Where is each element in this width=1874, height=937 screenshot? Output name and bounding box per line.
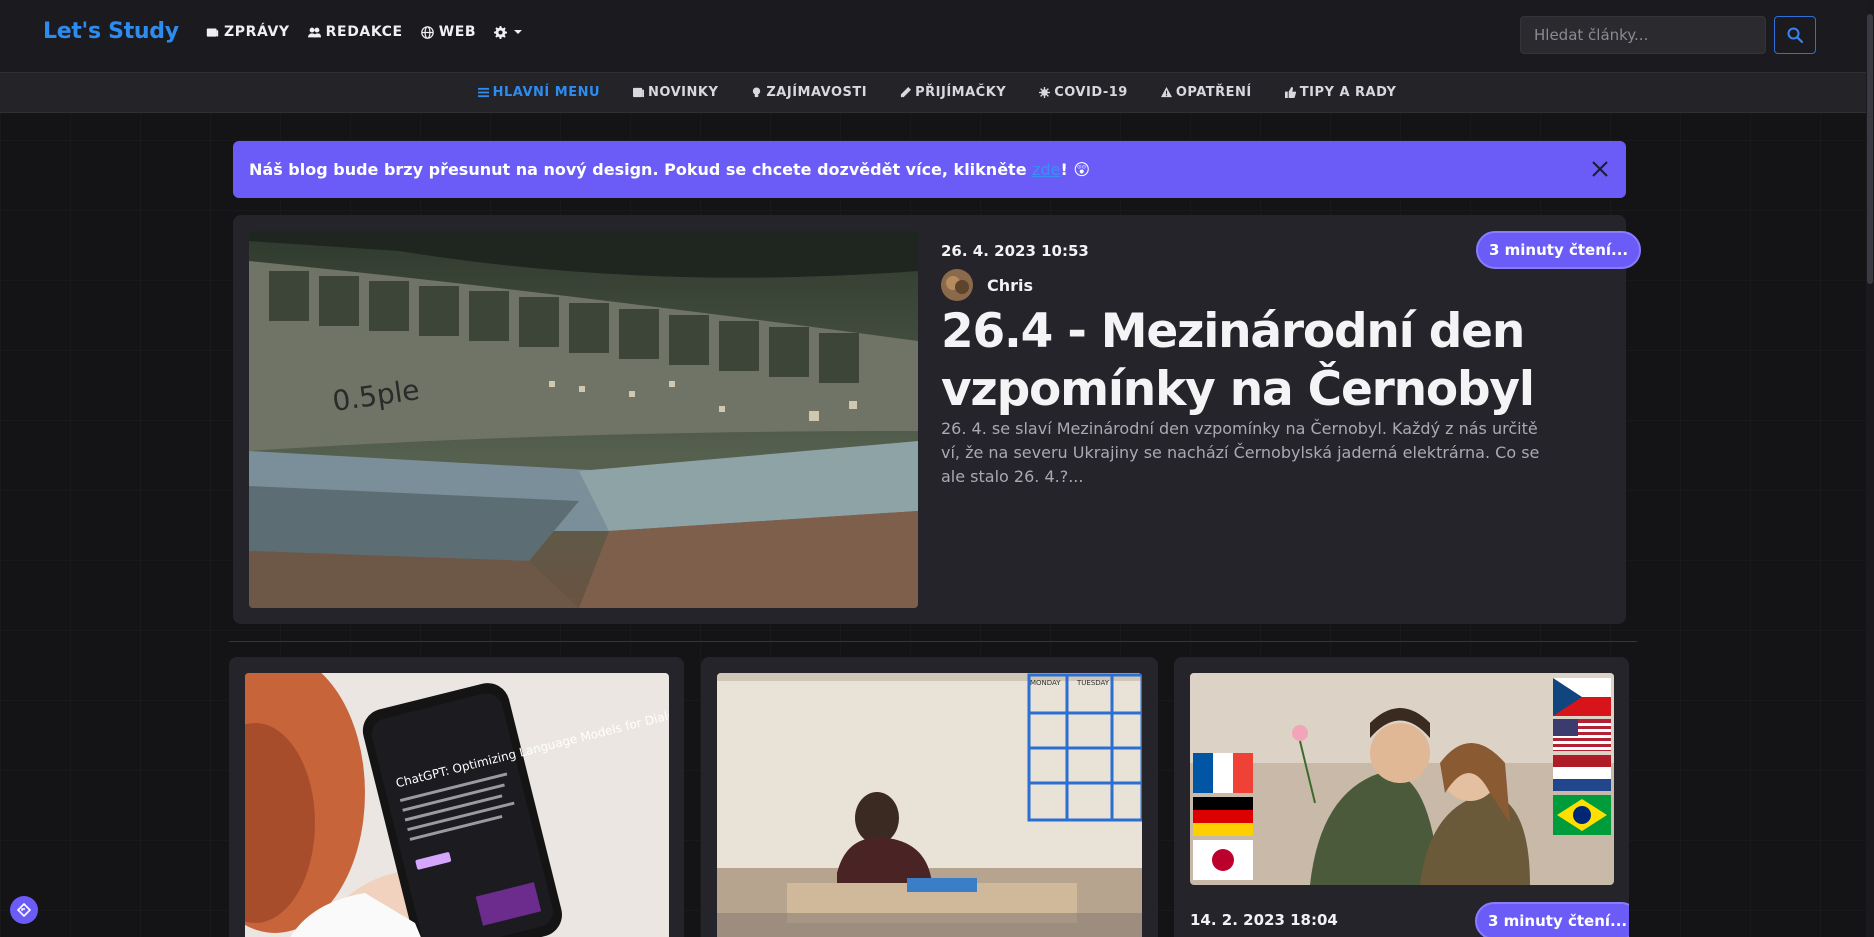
board-day: MONDAY xyxy=(1030,679,1061,687)
search-input[interactable] xyxy=(1520,16,1766,54)
bars-icon xyxy=(477,87,489,98)
nav-item-zpravy[interactable]: ZPRÁVY xyxy=(206,24,290,40)
top-navbar: Let's Study ZPRÁVY REDAKCE WEB xyxy=(0,0,1874,72)
featured-article-image[interactable]: 0.5ple xyxy=(249,231,918,608)
article-card[interactable]: ChatGPT: Optimizing Language Models for … xyxy=(229,657,684,937)
thumbs-up-icon xyxy=(1284,87,1296,98)
section-divider xyxy=(229,641,1637,642)
chevron-down-icon xyxy=(514,30,523,34)
read-time-badge: 3 minuty čtení... xyxy=(1475,902,1629,937)
tab-tipy-a-rady[interactable]: TIPY A RADY xyxy=(1284,85,1397,100)
author-name: Chris xyxy=(987,275,1034,295)
article-date: 14. 2. 2023 18:04 xyxy=(1190,911,1338,929)
floating-nav-button[interactable] xyxy=(10,896,38,924)
tab-label: TIPY A RADY xyxy=(1299,85,1397,100)
alert-message: Náš blog bude brzy přesunut na nový desi… xyxy=(249,160,1090,179)
tab-covid-19[interactable]: COVID-19 xyxy=(1039,85,1128,100)
read-time-badge: 3 minuty čtení... xyxy=(1476,231,1642,269)
virus-icon xyxy=(1039,87,1051,98)
board-day: TUESDAY xyxy=(1076,679,1110,687)
tab-label: COVID-19 xyxy=(1054,85,1128,100)
search-icon xyxy=(1787,27,1803,43)
flag-czech xyxy=(1553,678,1611,716)
tab-novinky[interactable]: NOVINKY xyxy=(633,85,718,100)
article-title[interactable]: 26.4 - Mezinárodní den vzpomínky na Čern… xyxy=(941,303,1581,419)
tab-opatreni[interactable]: OPATŘENÍ xyxy=(1160,85,1252,100)
article-card[interactable]: MONDAY TUESDAY xyxy=(701,657,1158,937)
category-nav: HLAVNÍ MENU NOVINKY ZAJÍMAVOSTI PŘIJÍMAČ… xyxy=(0,72,1874,113)
users-icon xyxy=(307,27,321,37)
pencil-icon xyxy=(901,87,912,98)
tab-prijimacky[interactable]: PŘIJÍMAČKY xyxy=(900,85,1006,100)
close-icon[interactable] xyxy=(1590,159,1610,179)
newspaper-icon xyxy=(633,87,645,98)
nav-label: REDAKCE xyxy=(325,24,403,40)
top-nav: ZPRÁVY REDAKCE WEB xyxy=(206,24,523,40)
nav-item-web[interactable]: WEB xyxy=(420,24,477,40)
flag-brazil xyxy=(1553,795,1611,835)
article-card[interactable]: 14. 2. 2023 18:04 3 minuty čtení... xyxy=(1174,657,1629,937)
tab-hlavni-menu[interactable]: HLAVNÍ MENU xyxy=(477,85,601,100)
lightbulb-icon xyxy=(753,87,761,98)
nav-label: ZPRÁVY xyxy=(224,24,290,40)
announcement-alert: Náš blog bude brzy přesunut na nový desi… xyxy=(233,141,1626,198)
article-excerpt: 26. 4. se slaví Mezinárodní den vzpomínk… xyxy=(941,419,1540,486)
phone-chatgpt-image[interactable]: ChatGPT: Optimizing Language Models for … xyxy=(245,673,669,937)
tab-label: PŘIJÍMAČKY xyxy=(915,85,1007,100)
avatar xyxy=(941,269,973,301)
brand-logo[interactable]: Let's Study xyxy=(43,19,179,44)
alert-text-end: ! 😲 xyxy=(1060,160,1091,179)
author-row[interactable]: Chris xyxy=(941,269,1033,301)
warning-icon xyxy=(1160,87,1172,98)
tab-label: OPATŘENÍ xyxy=(1175,85,1252,100)
newspaper-icon xyxy=(206,27,219,37)
compass-icon xyxy=(17,903,31,917)
tab-zajimavosti[interactable]: ZAJÍMAVOSTI xyxy=(751,85,867,100)
flag-usa xyxy=(1553,719,1611,751)
tab-label: HLAVNÍ MENU xyxy=(492,85,601,100)
tab-label: ZAJÍMAVOSTI xyxy=(766,85,868,100)
nav-label: WEB xyxy=(438,24,477,40)
nav-item-redakce[interactable]: REDAKCE xyxy=(307,24,403,40)
flag-netherlands xyxy=(1553,755,1611,791)
scrollbar-thumb[interactable] xyxy=(1867,14,1873,284)
flag-japan xyxy=(1193,840,1253,880)
search-button[interactable] xyxy=(1774,16,1816,54)
globe-icon xyxy=(420,25,434,39)
gear-icon xyxy=(494,25,508,39)
settings-dropdown[interactable] xyxy=(494,24,523,40)
article-date: 26. 4. 2023 10:53 xyxy=(941,242,1089,260)
alert-text: Náš blog bude brzy přesunut na nový desi… xyxy=(249,160,1033,179)
student-classroom-image[interactable]: MONDAY TUESDAY xyxy=(717,673,1142,937)
tab-label: NOVINKY xyxy=(648,85,719,100)
couple-flags-image[interactable] xyxy=(1190,673,1614,885)
flag-germany xyxy=(1193,797,1253,836)
featured-article-card[interactable]: 0.5ple 26. 4. 2023 10:53 3 minuty čtení.… xyxy=(233,215,1642,624)
flag-france xyxy=(1193,753,1253,793)
alert-link[interactable]: zde xyxy=(1032,160,1060,179)
